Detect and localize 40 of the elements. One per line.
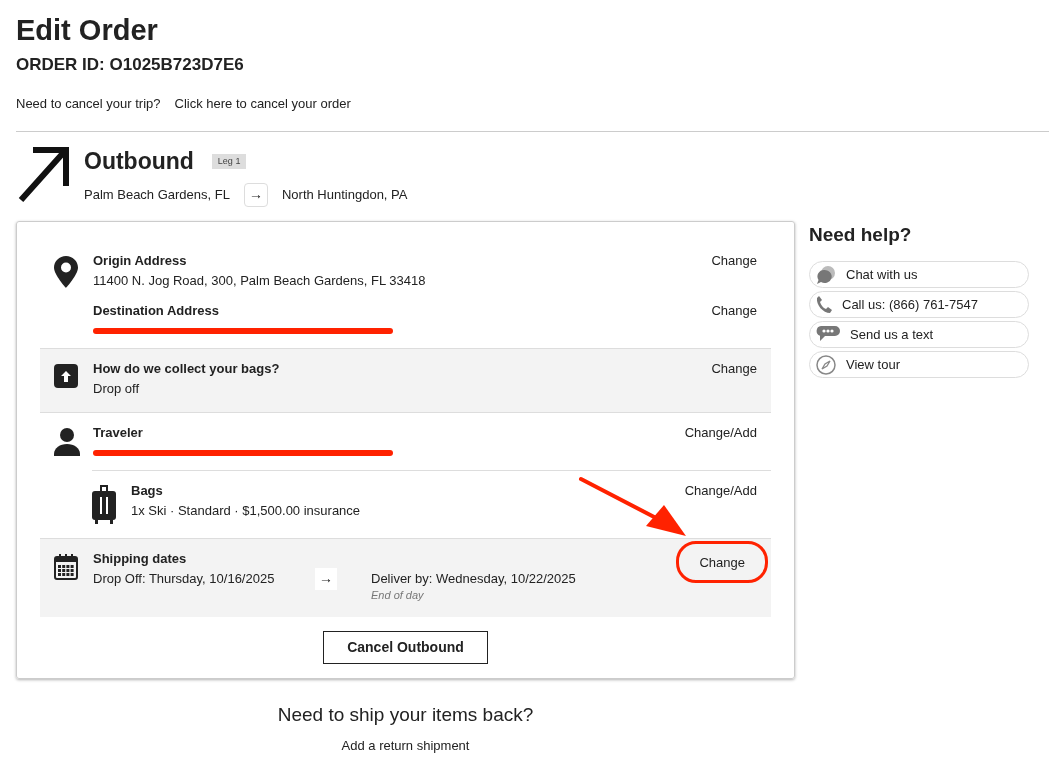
cancel-order-link[interactable]: Click here to cancel your order	[174, 93, 351, 113]
chat-bubbles-icon	[816, 265, 836, 284]
change-link[interactable]: Change	[711, 251, 757, 270]
field-note: End of day	[371, 587, 425, 603]
calendar-icon	[54, 553, 78, 580]
cancel-prompt: Need to cancel your trip?	[16, 94, 161, 113]
field-value: Drop off	[93, 379, 140, 398]
person-icon	[54, 427, 80, 456]
order-id: ORDER ID: O1025B723D7E6	[16, 54, 245, 76]
help-button[interactable]: Call us: (866) 761-7547	[809, 291, 1029, 318]
field-value: Deliver by: Wednesday, 10/22/2025	[371, 569, 576, 588]
field-label: Origin Address	[93, 251, 188, 270]
change-link[interactable]: Change/Add	[684, 423, 757, 442]
compass-icon	[816, 354, 836, 375]
destination-city: North Huntingdon, PA	[281, 185, 408, 204]
return-heading: Need to ship your items back?	[277, 702, 534, 727]
change-link[interactable]: Change/Add	[684, 481, 757, 500]
origin-city: Palm Beach Gardens, FL	[84, 185, 230, 204]
field-label: Traveler	[93, 423, 144, 442]
phone-icon	[816, 295, 832, 314]
map-pin-icon	[54, 255, 78, 288]
add-return-link[interactable]: Add a return shipment	[341, 736, 470, 755]
help-heading: Need help?	[809, 222, 913, 247]
message-dots-icon	[816, 325, 840, 344]
field-value: Drop Off: Thursday, 10/16/2025	[93, 569, 276, 588]
change-link[interactable]: Change	[699, 553, 745, 572]
field-label: Bags	[131, 481, 164, 500]
field-label: Shipping dates	[93, 549, 188, 568]
field-value: 11400 N. Jog Road, 300, Palm Beach Gardens, FL 33418	[93, 271, 426, 290]
field-label: How do we collect your bags?	[93, 359, 280, 378]
field-value: 1x Ski · Standard · $1,500.00 insurance	[131, 501, 361, 520]
field-label: Destination Address	[93, 301, 220, 320]
change-link[interactable]: Change	[711, 301, 757, 320]
leg-title: Outbound	[84, 147, 194, 176]
up-right-arrow-icon	[16, 144, 70, 204]
box-upload-icon	[54, 363, 78, 388]
leg-badge: Leg 1	[211, 153, 247, 169]
change-link[interactable]: Change	[711, 359, 757, 378]
cancel-outbound-button[interactable]: Cancel Outbound	[323, 630, 488, 664]
page-title: Edit Order	[16, 13, 159, 48]
